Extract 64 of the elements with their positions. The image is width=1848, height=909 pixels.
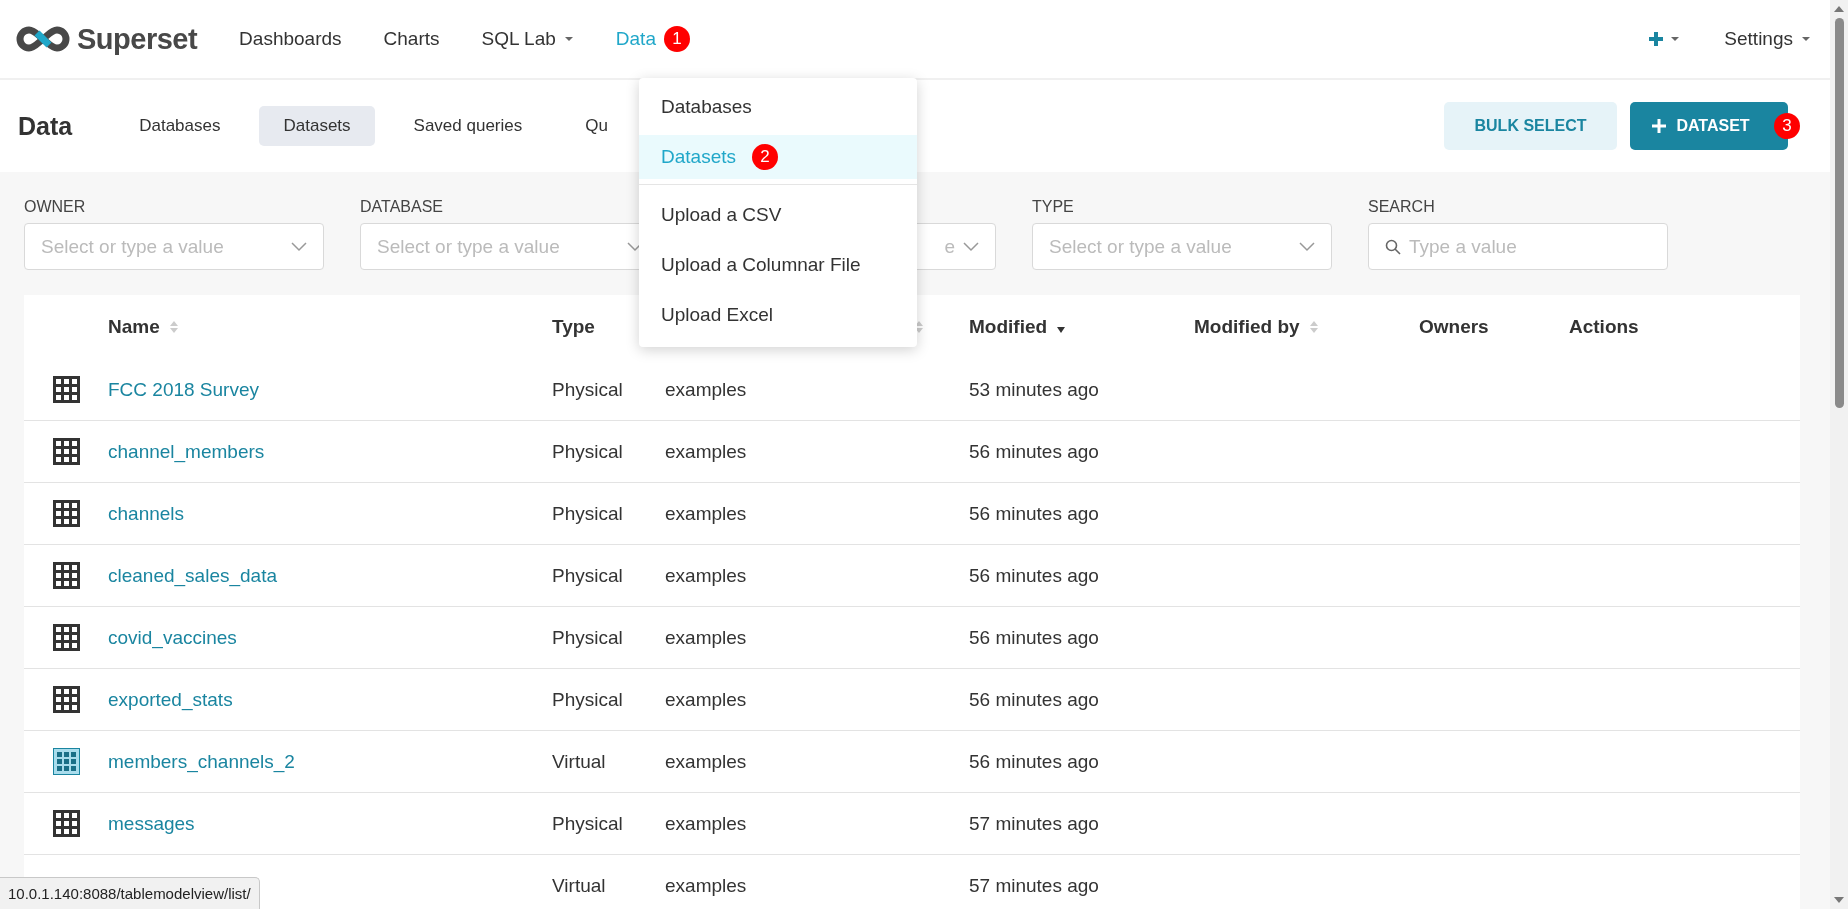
table-cell: Physical <box>552 564 623 586</box>
logo-text[interactable]: Superset <box>77 22 198 56</box>
table-cell: 56 minutes ago <box>969 750 1099 772</box>
table-cell: 56 minutes ago <box>969 688 1099 710</box>
bulk-select-button[interactable]: BULK SELECT <box>1444 102 1617 150</box>
table-cell: Physical <box>552 502 623 524</box>
table-cell: 56 minutes ago <box>969 502 1099 524</box>
table-cell: 56 minutes ago <box>969 564 1099 586</box>
page-title: Data <box>18 111 73 141</box>
table-cell: examples <box>665 440 747 462</box>
step-badge: 3 <box>1774 113 1800 139</box>
table-cell: examples <box>665 564 747 586</box>
filter-label: DATABASE <box>360 198 443 215</box>
table-cell: Physical <box>552 378 623 400</box>
table-cell: examples <box>665 378 747 400</box>
column-header: Modified by <box>1194 316 1300 338</box>
table-cell: Physical <box>552 440 623 462</box>
filter-label: SEARCH <box>1368 198 1435 215</box>
menu-item[interactable]: Upload Excel <box>639 290 917 340</box>
table-cell: Physical <box>552 626 623 648</box>
table-cell: 57 minutes ago <box>969 812 1099 834</box>
table-cell: Virtual <box>552 750 606 772</box>
filter-label: OWNER <box>24 198 86 215</box>
status-url: 10.0.1.140:8088/tablemodelview/list/ <box>0 877 260 909</box>
tab[interactable]: Datasets <box>259 106 375 146</box>
dataset-link[interactable]: covid_vaccines <box>108 626 237 648</box>
table-cell: 53 minutes ago <box>969 378 1099 400</box>
nav-link[interactable]: Data <box>611 24 660 54</box>
column-header: Name <box>108 316 160 338</box>
column-header: Modified <box>969 316 1048 338</box>
table-cell: examples <box>665 750 747 772</box>
table-cell: Physical <box>552 688 623 710</box>
step-badge: 1 <box>663 26 690 52</box>
table-cell: 56 minutes ago <box>969 440 1099 462</box>
column-header: Type <box>552 316 595 338</box>
dataset-link[interactable]: members_channels_2 <box>108 750 295 772</box>
tab[interactable]: Saved queries <box>389 106 547 146</box>
table-cell: examples <box>665 626 747 648</box>
dataset-link[interactable]: channel_members <box>108 440 265 462</box>
nav-link[interactable]: Dashboards <box>235 24 346 54</box>
column-header: Actions <box>1569 316 1639 338</box>
table-cell: Physical <box>552 812 623 834</box>
dataset-link[interactable]: FCC 2018 Survey <box>108 378 259 400</box>
dataset-link[interactable]: cleaned_sales_data <box>108 564 278 586</box>
table-cell: 56 minutes ago <box>969 626 1099 648</box>
table-cell: examples <box>665 502 747 524</box>
tab[interactable]: Databases <box>115 106 245 146</box>
tab[interactable]: Qu <box>561 106 632 146</box>
table-cell: examples <box>665 688 747 710</box>
menu-item[interactable]: Datasets 2 <box>639 135 917 179</box>
dataset-link[interactable]: channels <box>108 502 185 524</box>
table-cell: Virtual <box>552 874 606 896</box>
settings-menu[interactable]: Settings <box>1720 24 1815 54</box>
column-header: Owners <box>1419 316 1489 338</box>
step-badge: 2 <box>752 144 778 170</box>
dataset-link[interactable]: messages <box>108 812 195 834</box>
dataset-link[interactable]: exported_stats <box>108 688 233 710</box>
filter-label: TYPE <box>1032 198 1074 215</box>
table-cell: examples <box>665 812 747 834</box>
table-cell: examples <box>665 874 747 896</box>
table-cell: 57 minutes ago <box>969 874 1099 896</box>
menu-item[interactable]: Databases <box>639 82 917 132</box>
nav-link[interactable]: SQL Lab <box>477 24 578 54</box>
nav-link[interactable]: Charts <box>379 24 444 54</box>
